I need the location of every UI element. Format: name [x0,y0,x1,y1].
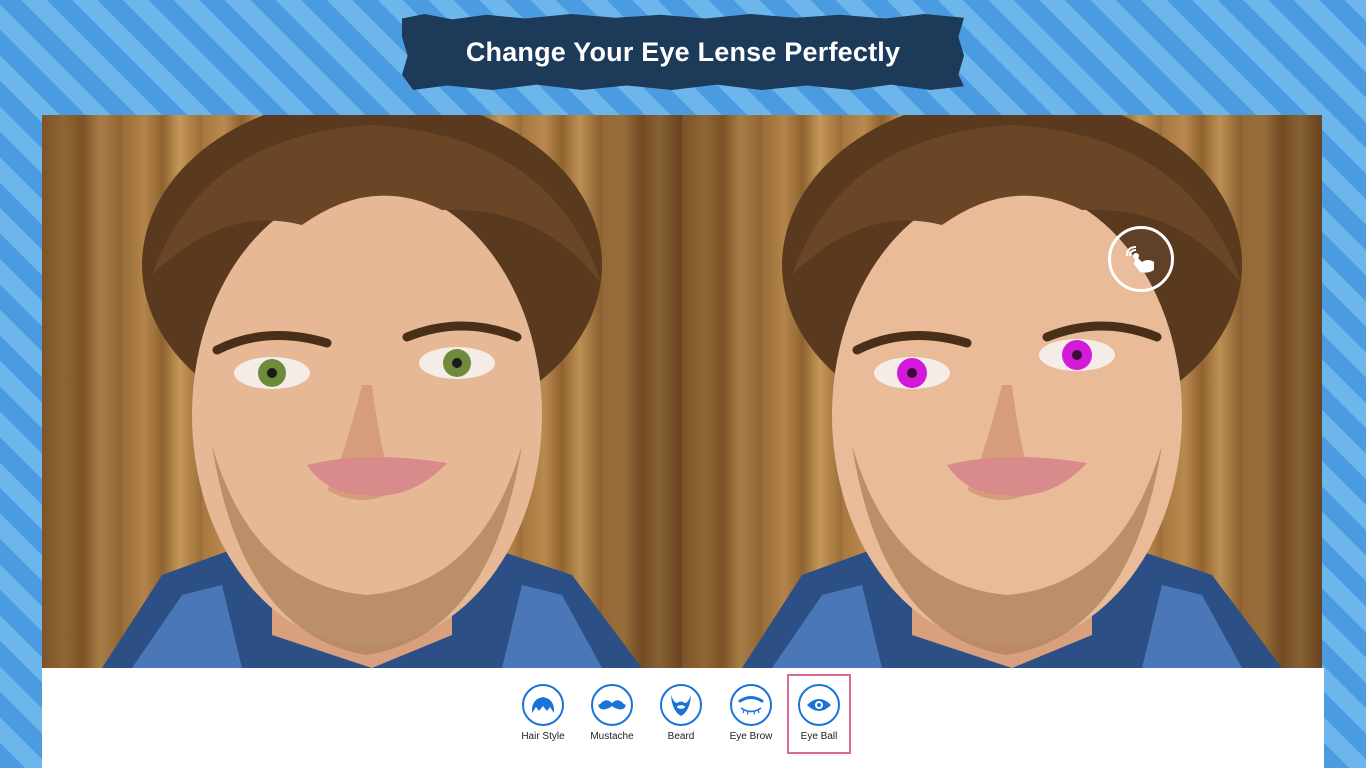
eye-brow-icon [730,684,772,726]
photo-after [682,115,1322,668]
touch-tap-icon [1108,226,1174,292]
tool-label: Eye Ball [800,731,838,742]
tool-label: Hair Style [521,731,565,742]
tool-eye-ball[interactable]: Eye Ball [787,674,851,754]
tool-label: Beard [667,731,695,742]
tool-beard[interactable]: Beard [649,676,713,752]
portrait-before [102,115,642,668]
eye-ball-icon [798,684,840,726]
beard-icon [660,684,702,726]
tool-mustache[interactable]: Mustache [580,676,644,752]
banner-title: Change Your Eye Lense Perfectly [465,36,901,67]
tool-label: Eye Brow [729,731,773,742]
photo-before [42,115,682,668]
tool-label: Mustache [590,731,634,742]
tool-hair-style[interactable]: Hair Style [511,676,575,752]
portrait-after [742,115,1282,668]
title-banner: Change Your Eye Lense Perfectly [402,14,964,90]
tool-eye-brow[interactable]: Eye Brow [719,676,783,752]
hair-style-icon [522,684,564,726]
feature-toolbar: Hair Style Mustache Beard Eye Brow Eye B… [42,668,1324,768]
mustache-icon [591,684,633,726]
